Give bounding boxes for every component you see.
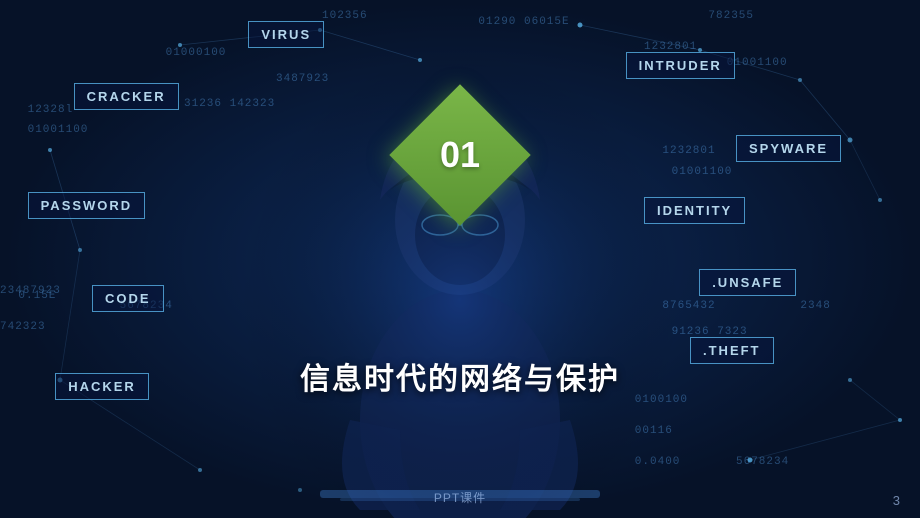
main-title: 信息时代的网络与保护 xyxy=(300,354,620,398)
page-number: 3 xyxy=(893,493,900,508)
tag-cracker: CRACKER xyxy=(74,83,179,110)
tag-hacker: HACKER xyxy=(55,373,149,400)
tag-intruder: INTRUDER xyxy=(626,52,735,79)
background xyxy=(0,0,920,518)
footer-label: PPT课件 xyxy=(434,489,486,506)
tag-identity: IDENTITY xyxy=(644,197,745,224)
diamond-badge: 01 xyxy=(400,95,520,215)
tag-spyware: SPYWARE xyxy=(736,135,841,162)
tag-code: CODE xyxy=(92,285,164,312)
slide: 10235601290 06015E7823553487923010001003… xyxy=(0,0,920,518)
tag-unsafe: .UNSAFE xyxy=(699,269,796,296)
tag-theft: .THEFT xyxy=(690,337,774,364)
tag-password: PASSWORD xyxy=(28,192,146,219)
tag-virus: VIRUS xyxy=(248,21,324,48)
slide-number: 01 xyxy=(440,134,480,176)
